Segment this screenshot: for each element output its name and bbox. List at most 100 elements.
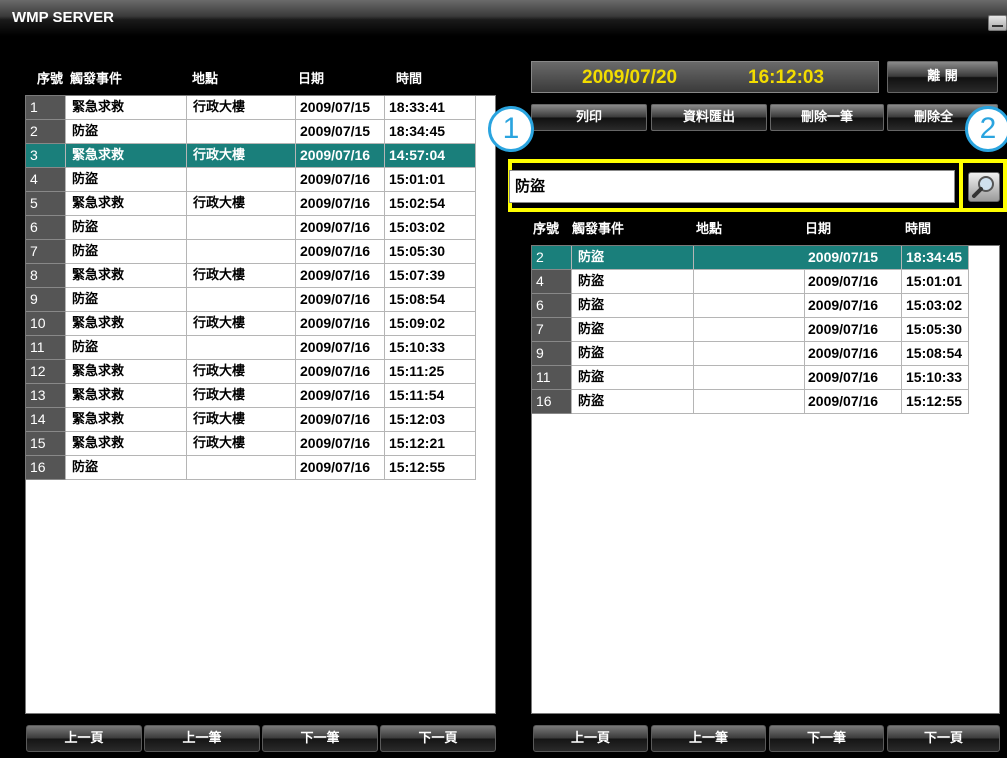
cell-place: 行政大樓 <box>187 192 296 216</box>
left-next-record-button[interactable]: 下一筆 <box>262 725 378 752</box>
callout-1: 1 <box>488 106 534 152</box>
search-input[interactable]: 防盜 <box>509 170 955 203</box>
cell-place <box>694 246 805 270</box>
left-next-page-button[interactable]: 下一頁 <box>380 725 496 752</box>
callout-2: 2 <box>965 106 1007 152</box>
table-row[interactable]: 9 防盜 2009/07/16 15:08:54 <box>532 342 999 366</box>
table-row[interactable]: 5 緊急求救 行政大樓 2009/07/16 15:02:54 <box>26 192 495 216</box>
cell-event: 緊急求救 <box>66 192 187 216</box>
cell-place: 行政大樓 <box>187 432 296 456</box>
export-button[interactable]: 資料匯出 <box>651 104 767 131</box>
table-row[interactable]: 2 防盜 2009/07/15 18:34:45 <box>26 120 495 144</box>
table-row[interactable]: 10 緊急求救 行政大樓 2009/07/16 15:09:02 <box>26 312 495 336</box>
cell-event: 防盜 <box>572 246 694 270</box>
table-row[interactable]: 8 緊急求救 行政大樓 2009/07/16 15:07:39 <box>26 264 495 288</box>
cell-date: 2009/07/16 <box>296 144 385 168</box>
table-row[interactable]: 4 防盜 2009/07/16 15:01:01 <box>26 168 495 192</box>
cell-time: 15:12:21 <box>385 432 476 456</box>
right-next-page-button[interactable]: 下一頁 <box>887 725 1000 752</box>
table-row[interactable]: 16 防盜 2009/07/16 15:12:55 <box>26 456 495 480</box>
cell-num: 8 <box>26 264 66 288</box>
cell-event: 防盜 <box>572 294 694 318</box>
cell-num: 11 <box>26 336 66 360</box>
table-row[interactable]: 15 緊急求救 行政大樓 2009/07/16 15:12:21 <box>26 432 495 456</box>
cell-place <box>187 240 296 264</box>
cell-date: 2009/07/16 <box>296 336 385 360</box>
right-header-event: 觸發事件 <box>572 222 625 237</box>
table-row[interactable]: 3 緊急求救 行政大樓 2009/07/16 14:57:04 <box>26 144 495 168</box>
cell-num: 6 <box>26 216 66 240</box>
cell-num: 3 <box>26 144 66 168</box>
table-row[interactable]: 9 防盜 2009/07/16 15:08:54 <box>26 288 495 312</box>
cell-event: 防盜 <box>66 288 187 312</box>
cell-time: 15:12:03 <box>385 408 476 432</box>
cell-event: 緊急求救 <box>66 432 187 456</box>
table-row[interactable]: 12 緊急求救 行政大樓 2009/07/16 15:11:25 <box>26 360 495 384</box>
table-row[interactable]: 6 防盜 2009/07/16 15:03:02 <box>532 294 999 318</box>
cell-date: 2009/07/16 <box>296 432 385 456</box>
current-time: 16:12:03 <box>748 67 825 88</box>
right-next-record-button[interactable]: 下一筆 <box>769 725 884 752</box>
delete-one-button[interactable]: 刪除一筆 <box>770 104 884 131</box>
cell-place <box>187 288 296 312</box>
left-header-time: 時間 <box>396 72 423 87</box>
print-button[interactable]: 列印 <box>531 104 647 131</box>
cell-date: 2009/07/16 <box>804 270 902 294</box>
right-header-time: 時間 <box>905 222 932 237</box>
search-result-table[interactable]: 2 防盜 2009/07/15 18:34:45 4 防盜 2009/07/16 15:01:… <box>531 245 1000 714</box>
cell-date: 2009/07/16 <box>296 408 385 432</box>
cell-num: 7 <box>26 240 66 264</box>
leave-button[interactable]: 離 開 <box>887 61 998 93</box>
cell-time: 18:33:41 <box>385 96 476 120</box>
table-row[interactable]: 7 防盜 2009/07/16 15:05:30 <box>532 318 999 342</box>
right-header-place: 地點 <box>696 222 723 237</box>
table-row[interactable]: 2 防盜 2009/07/15 18:34:45 <box>532 246 999 270</box>
cell-num: 16 <box>26 456 66 480</box>
cell-num: 15 <box>26 432 66 456</box>
cell-place: 行政大樓 <box>187 96 296 120</box>
cell-date: 2009/07/16 <box>296 192 385 216</box>
table-row[interactable]: 11 防盜 2009/07/16 15:10:33 <box>532 366 999 390</box>
search-button[interactable] <box>968 172 1000 202</box>
cell-place <box>187 120 296 144</box>
cell-time: 15:03:02 <box>385 216 476 240</box>
cell-place <box>694 366 805 390</box>
cell-event: 防盜 <box>572 390 694 414</box>
cell-date: 2009/07/16 <box>296 216 385 240</box>
cell-place: 行政大樓 <box>187 264 296 288</box>
cell-place <box>187 456 296 480</box>
left-prev-record-button[interactable]: 上一筆 <box>144 725 260 752</box>
cell-event: 防盜 <box>572 366 694 390</box>
cell-place <box>187 336 296 360</box>
minimize-button[interactable] <box>988 15 1007 31</box>
cell-time: 15:10:33 <box>385 336 476 360</box>
table-row[interactable]: 13 緊急求救 行政大樓 2009/07/16 15:11:54 <box>26 384 495 408</box>
table-row[interactable]: 4 防盜 2009/07/16 15:01:01 <box>532 270 999 294</box>
cell-date: 2009/07/16 <box>296 456 385 480</box>
cell-date: 2009/07/15 <box>296 96 385 120</box>
cell-event: 緊急求救 <box>66 360 187 384</box>
right-prev-record-button[interactable]: 上一筆 <box>651 725 766 752</box>
cell-time: 15:01:01 <box>902 270 969 294</box>
cell-event: 防盜 <box>572 318 694 342</box>
table-row[interactable]: 16 防盜 2009/07/16 15:12:55 <box>532 390 999 414</box>
cell-time: 18:34:45 <box>902 246 969 270</box>
cell-place <box>694 390 805 414</box>
table-row[interactable]: 1 緊急求救 行政大樓 2009/07/15 18:33:41 <box>26 96 495 120</box>
cell-date: 2009/07/16 <box>296 240 385 264</box>
cell-num: 16 <box>532 390 572 414</box>
cell-time: 18:34:45 <box>385 120 476 144</box>
cell-date: 2009/07/16 <box>296 168 385 192</box>
left-header-date: 日期 <box>298 72 325 87</box>
left-header-num: 序號 <box>37 72 64 87</box>
table-row[interactable]: 11 防盜 2009/07/16 15:10:33 <box>26 336 495 360</box>
right-first-page-button[interactable]: 上一頁 <box>533 725 648 752</box>
cell-time: 15:05:30 <box>385 240 476 264</box>
table-row[interactable]: 7 防盜 2009/07/16 15:05:30 <box>26 240 495 264</box>
table-row[interactable]: 14 緊急求救 行政大樓 2009/07/16 15:12:03 <box>26 408 495 432</box>
left-record-table[interactable]: 1 緊急求救 行政大樓 2009/07/15 18:33:41 2 防盜 2009/07/15… <box>25 95 496 714</box>
table-row[interactable]: 6 防盜 2009/07/16 15:03:02 <box>26 216 495 240</box>
cell-place <box>694 270 805 294</box>
left-first-page-button[interactable]: 上一頁 <box>26 725 142 752</box>
cell-event: 緊急求救 <box>66 144 187 168</box>
